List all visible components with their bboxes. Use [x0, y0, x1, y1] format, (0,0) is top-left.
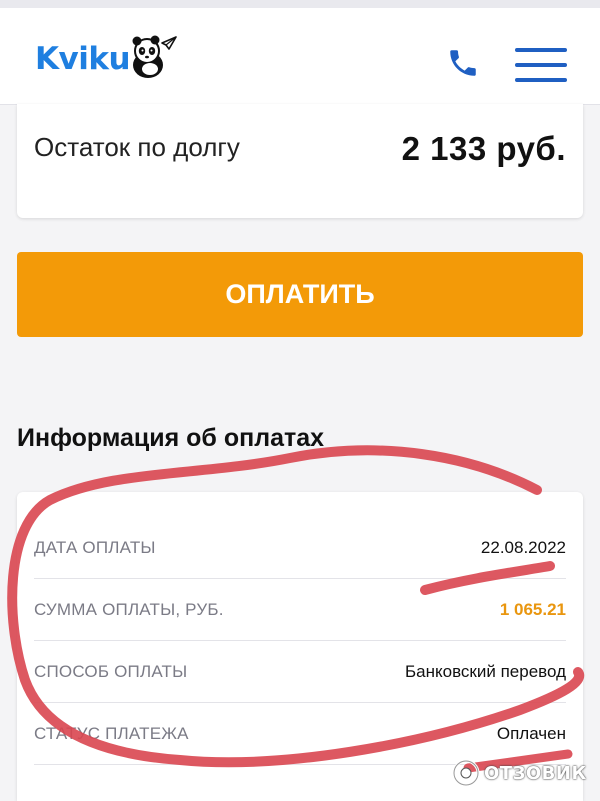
payment-date-label: ДАТА ОПЛАТЫ	[34, 538, 156, 557]
payments-info-title: Информация об оплатах	[17, 424, 325, 452]
payment-date-row: ДАТА ОПЛАТЫ 22.08.2022	[34, 516, 566, 579]
hamburger-menu-icon[interactable]	[515, 48, 567, 82]
payment-amount-value: 1 065.21	[499, 600, 566, 619]
payment-status-row: СТАТУС ПЛАТЕЖА Оплачен	[34, 702, 566, 765]
top-strip	[0, 0, 600, 8]
payment-amount-row: СУММА ОПЛАТЫ, РУБ. 1 065.21	[34, 578, 566, 641]
logo-text: Kviku	[35, 41, 131, 77]
payment-method-row: СПОСОБ ОПЛАТЫ Банковский перевод	[34, 640, 566, 703]
pay-button[interactable]: ОПЛАТИТЬ	[17, 252, 583, 337]
phone-icon[interactable]	[446, 46, 480, 80]
payments-info-card: ДАТА ОПЛАТЫ 22.08.2022 СУММА ОПЛАТЫ, РУБ…	[17, 492, 583, 801]
panda-mascot-icon	[132, 35, 177, 78]
payment-amount-label: СУММА ОПЛАТЫ, РУБ.	[34, 600, 224, 619]
payment-date-value: 22.08.2022	[480, 538, 566, 557]
balance-value: 2 133 руб.	[401, 130, 566, 167]
payment-status-label: СТАТУС ПЛАТЕЖА	[34, 724, 189, 743]
otzovik-watermark: ОТЗОВИК	[452, 758, 587, 788]
kviku-logo[interactable]: Kviku	[35, 34, 178, 84]
balance-card: Остаток по долгу 2 133 руб.	[17, 104, 583, 218]
payment-method-label: СПОСОБ ОПЛАТЫ	[34, 662, 188, 681]
payment-status-value: Оплачен	[496, 724, 566, 743]
otzovik-logo-icon	[452, 759, 480, 787]
app-header: Kviku	[0, 8, 600, 105]
watermark-text: ОТЗОВИК	[484, 762, 587, 784]
balance-label: Остаток по долгу	[34, 132, 240, 162]
payment-method-value: Банковский перевод	[405, 662, 566, 681]
